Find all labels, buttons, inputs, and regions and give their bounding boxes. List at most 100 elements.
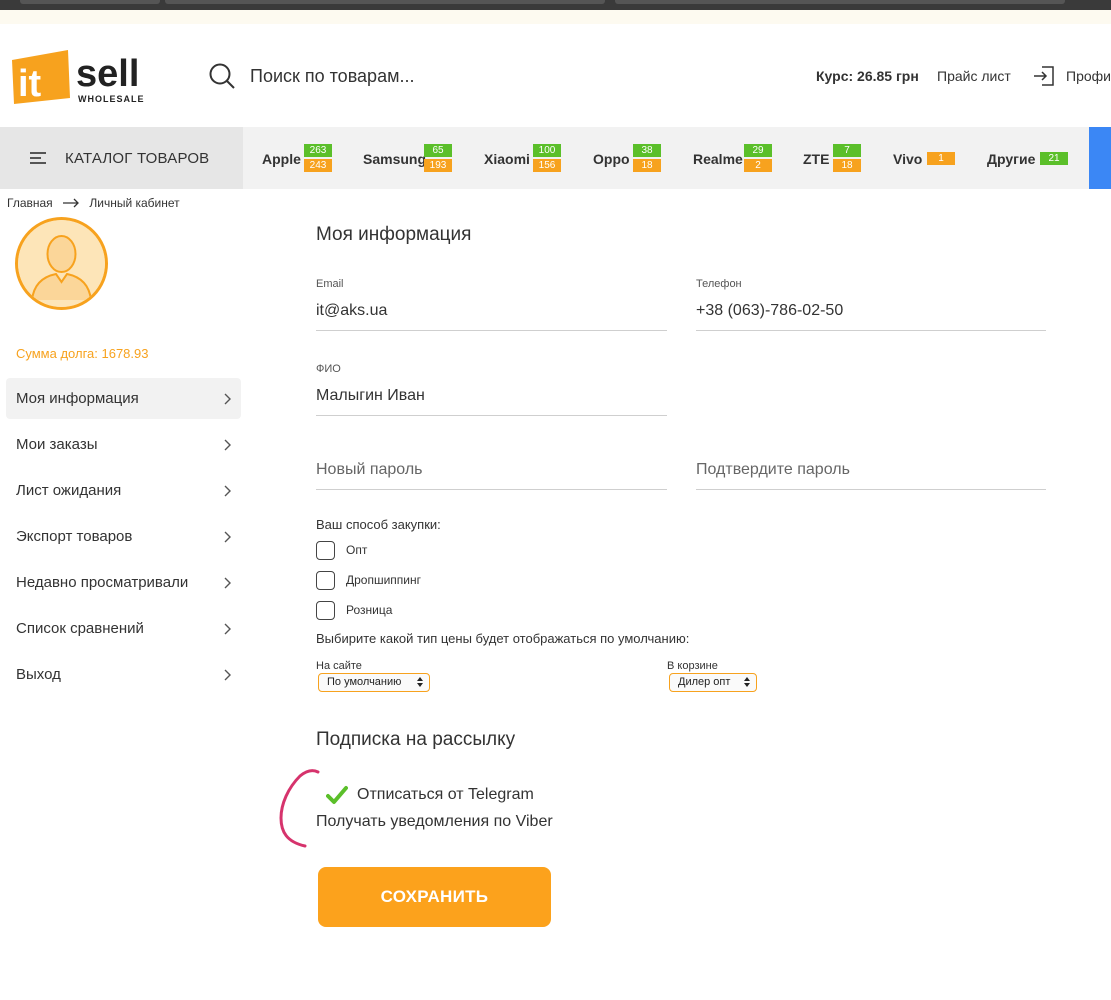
brand-name: Realme <box>693 151 743 167</box>
phone-field[interactable]: +38 (063)-786-02-50 <box>696 302 843 320</box>
new-password-field[interactable]: Новый пароль <box>316 461 423 479</box>
browser-tab[interactable] <box>20 0 160 4</box>
confirm-password-field[interactable]: Подтвердите пароль <box>696 461 850 479</box>
subscription-title: Подписка на рассылку <box>316 729 516 750</box>
site-price-value: По умолчанию <box>327 676 402 688</box>
chevron-right-icon <box>224 485 231 497</box>
purchase-method-label: Ваш способ закупки: <box>316 517 441 532</box>
checkbox-dropshipping-label: Дропшиппинг <box>346 573 422 587</box>
in-stock-badge: 29 <box>744 144 772 157</box>
sidebar-item-export[interactable]: Экспорт товаров <box>6 516 241 557</box>
cart-price-label: В корзине <box>667 660 718 672</box>
checkbox-retail-label: Розница <box>346 603 393 617</box>
brand-name: Oppo <box>593 151 630 167</box>
sidebar-item-label: Недавно просматривали <box>16 574 189 591</box>
chevron-right-icon <box>224 623 231 635</box>
menu-icon <box>30 152 46 164</box>
form-title: Моя информация <box>316 224 472 245</box>
price-list-link[interactable]: Прайс лист <box>937 68 1011 84</box>
notice-strip <box>0 10 1111 24</box>
sidebar-item-label: Выход <box>16 666 61 683</box>
price-type-label: Выбирите какой тип цены будет отображать… <box>316 631 690 646</box>
annotation-bracket <box>279 769 320 848</box>
name-field[interactable]: Малыгин Иван <box>316 387 425 405</box>
breadcrumb-current: Личный кабинет <box>89 195 180 210</box>
profile-link[interactable]: Профи <box>1066 68 1111 84</box>
name-label: ФИО <box>316 363 341 375</box>
cart-button-edge[interactable] <box>1089 127 1111 189</box>
debt-amount: Сумма долга: 1678.93 <box>16 346 149 361</box>
search-input[interactable]: Поиск по товарам... <box>250 66 414 87</box>
catalog-button[interactable]: КАТАЛОГ ТОВАРОВ <box>0 127 243 189</box>
exchange-rate: Курс: 26.85 грн <box>816 68 919 84</box>
count-badge: 2 <box>744 159 772 172</box>
checkbox-retail[interactable] <box>316 601 335 620</box>
in-stock-badge: 65 <box>424 144 452 157</box>
logo-it-text: it <box>18 63 42 105</box>
in-stock-badge: 100 <box>533 144 561 157</box>
sidebar-item-orders[interactable]: Мои заказы <box>6 424 241 465</box>
count-badge: 1 <box>927 152 955 165</box>
chevron-right-icon <box>224 393 231 405</box>
catalog-label: КАТАЛОГ ТОВАРОВ <box>65 150 210 167</box>
logo-sell-text: sell <box>76 53 139 95</box>
sidebar-item-compare[interactable]: Список сравнений <box>6 608 241 649</box>
logo-sub-text: WHOLESALE <box>78 94 145 104</box>
save-button[interactable]: СОХРАНИТЬ <box>318 867 551 927</box>
cart-price-select[interactable]: Дилер опт <box>669 673 757 692</box>
sidebar-item-label: Список сравнений <box>16 620 144 637</box>
login-icon[interactable] <box>1032 64 1056 88</box>
viber-subscribe-link[interactable]: Получать уведомления по Viber <box>316 813 553 831</box>
name-underline <box>316 415 667 416</box>
brand-name: Другие <box>987 151 1036 167</box>
telegram-unsubscribe-link[interactable]: Отписаться от Telegram <box>357 786 534 804</box>
checkmark-icon[interactable] <box>326 785 348 805</box>
count-badge: 193 <box>424 159 452 172</box>
user-icon <box>18 220 105 307</box>
chevron-right-icon <box>224 577 231 589</box>
sidebar-item-logout[interactable]: Выход <box>6 654 241 695</box>
sidebar-item-waitlist[interactable]: Лист ожидания <box>6 470 241 511</box>
chevron-right-icon <box>224 669 231 681</box>
search-icon[interactable] <box>208 62 236 90</box>
count-badge: 156 <box>533 159 561 172</box>
sidebar-item-my-info[interactable]: Моя информация <box>6 378 241 419</box>
brand-name: Xiaomi <box>484 151 530 167</box>
phone-label: Телефон <box>696 278 742 290</box>
in-stock-badge: 21 <box>1040 152 1068 165</box>
phone-underline <box>696 330 1046 331</box>
arrow-right-icon <box>63 198 79 208</box>
brand-name: ZTE <box>803 151 830 167</box>
breadcrumb-home[interactable]: Главная <box>7 196 53 210</box>
in-stock-badge: 263 <box>304 144 332 157</box>
site-price-label: На сайте <box>316 660 362 672</box>
checkbox-dropshipping[interactable] <box>316 571 335 590</box>
confirm-password-underline <box>696 489 1046 490</box>
chevron-right-icon <box>224 531 231 543</box>
count-badge: 18 <box>633 159 661 172</box>
checkbox-wholesale[interactable] <box>316 541 335 560</box>
count-badge: 18 <box>833 159 861 172</box>
sidebar-item-label: Моя информация <box>16 390 139 407</box>
avatar <box>15 217 108 310</box>
in-stock-badge: 7 <box>833 144 861 157</box>
email-label: Email <box>316 278 344 290</box>
browser-tab[interactable] <box>165 0 605 4</box>
count-badge: 243 <box>304 159 332 172</box>
sidebar-item-label: Мои заказы <box>16 436 98 453</box>
select-arrows-icon <box>744 677 750 687</box>
chevron-right-icon <box>224 439 231 451</box>
browser-tab[interactable] <box>615 0 1065 4</box>
sidebar-item-label: Экспорт товаров <box>16 528 133 545</box>
browser-top-strip <box>0 0 1111 10</box>
site-price-select[interactable]: По умолчанию <box>318 673 430 692</box>
brand-name: Apple <box>262 151 301 167</box>
in-stock-badge: 38 <box>633 144 661 157</box>
category-bar: КАТАЛОГ ТОВАРОВ Apple 263 243 Samsung 65… <box>0 127 1111 189</box>
checkbox-wholesale-label: Опт <box>346 543 368 557</box>
site-logo[interactable]: it sell WHOLESALE <box>8 46 168 108</box>
brand-name: Samsung <box>363 151 427 167</box>
sidebar-item-recently-viewed[interactable]: Недавно просматривали <box>6 562 241 603</box>
email-field[interactable]: it@aks.ua <box>316 302 387 320</box>
email-underline <box>316 330 667 331</box>
